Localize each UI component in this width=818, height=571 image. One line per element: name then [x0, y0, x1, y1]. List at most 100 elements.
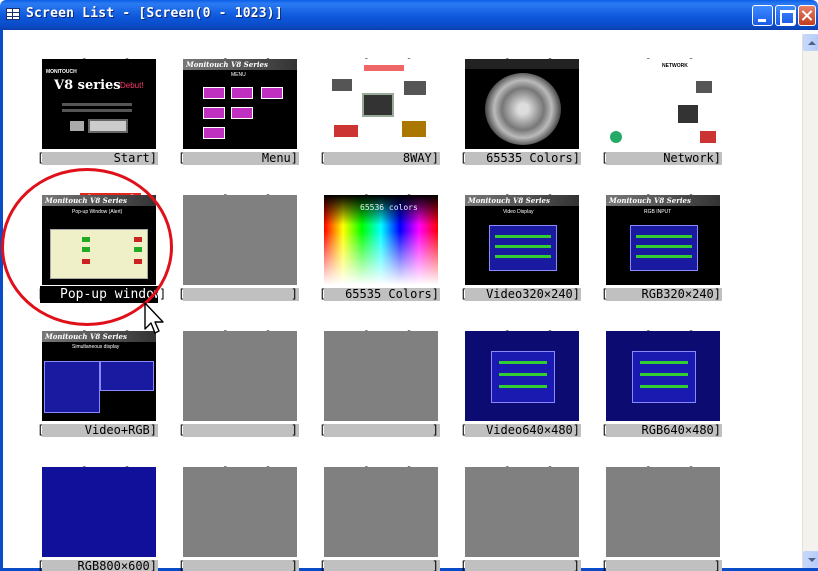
screen-name: ]	[572, 559, 580, 571]
screen-cell[interactable]: [ 15] [ RGB800×600]	[37, 448, 177, 571]
thumbnail-empty	[465, 467, 579, 557]
thumbnail-menu: Monitouch V8 Series MENU	[183, 59, 297, 149]
thumbnail-rgb320: Monitouch V8 Series RGB INPUT	[606, 195, 720, 285]
vertical-scrollbar[interactable]	[802, 34, 818, 568]
thumbnail-empty	[183, 331, 297, 421]
screen-number: [ 19]	[601, 448, 695, 479]
screen-name: 65535 Colors]	[486, 151, 580, 165]
screen-label[interactable]: [ Pop-up window ]	[37, 286, 177, 303]
label-bar	[606, 560, 722, 571]
screen-name: ]	[290, 423, 298, 437]
screen-cell[interactable]: [ 11] [ ]	[178, 312, 318, 462]
screen-cell[interactable]: [ 16] [ ]	[178, 448, 318, 571]
screen-cell[interactable]: [ 3] [ 65535 Colors]	[460, 40, 600, 190]
window-frame-left	[0, 30, 3, 571]
screen-name: Menu]	[261, 151, 298, 165]
screen-label[interactable]: [ Video+RGB]	[37, 422, 177, 439]
screen-name: Pop-up window	[60, 287, 162, 302]
label-close-bracket: ]	[159, 287, 167, 301]
screen-cell[interactable]: [ 8] Monitouch V8 Series Video Display […	[460, 176, 600, 326]
screen-label[interactable]: [ ]	[460, 558, 600, 571]
thumbnail-empty	[324, 331, 438, 421]
screen-name: Video+RGB]	[84, 423, 157, 437]
thumbnail-start: MONITOUCH V8 series Debut!	[42, 59, 156, 149]
screen-cell[interactable]: [ 9] Monitouch V8 Series RGB INPUT [ RGB…	[601, 176, 741, 326]
screen-number: [ 11]	[178, 312, 272, 343]
screen-cell[interactable]: [ 2] [ 8WAY]	[319, 40, 459, 190]
thumbnail-video-rgb: Monitouch V8 Series Simultaneous display	[42, 331, 156, 421]
scroll-down-icon[interactable]	[803, 551, 818, 568]
thumbnail-8way	[324, 59, 438, 149]
screen-cell[interactable]: [ 19] [ ]	[601, 448, 741, 571]
scroll-up-icon[interactable]	[803, 34, 818, 51]
screen-label[interactable]: [ RGB800×600]	[37, 558, 177, 571]
screen-cell[interactable]: [ 17] [ ]	[319, 448, 459, 571]
screen-number: [ 16]	[178, 448, 272, 479]
screen-number: [ 2]	[319, 40, 413, 71]
screen-cell[interactable]: [ 13] [ Video640×480]	[460, 312, 600, 462]
screen-number: [ 8]	[460, 176, 554, 207]
screen-cell[interactable]: [ 1] Monitouch V8 Series MENU [ Menu]	[178, 40, 318, 190]
screen-name: 8WAY]	[402, 151, 439, 165]
screen-label[interactable]: [ 65535 Colors]	[319, 286, 459, 303]
thumbnail-popup: Monitouch V8 Series Pop-up Window (Alert…	[42, 195, 156, 285]
label-bar	[465, 560, 581, 571]
screen-label[interactable]: [ ]	[319, 422, 459, 439]
screen-label[interactable]: [ RGB320×240]	[601, 286, 741, 303]
screen-name: ]	[290, 559, 298, 571]
thumbnail-empty	[606, 467, 720, 557]
screen-number: [ 7]	[319, 176, 413, 207]
thumbnail-network: NETWORK	[606, 59, 720, 149]
window-title: Screen List - [Screen(0 - 1023)]	[26, 6, 283, 21]
screen-cell[interactable]: [ 0] MONITOUCH V8 series Debut! [ Start]	[37, 40, 177, 190]
screen-number: [ 14]	[601, 312, 695, 343]
thumbnail-empty	[183, 195, 297, 285]
screen-label[interactable]: [ 65535 Colors]	[460, 150, 600, 167]
screen-label[interactable]: [ RGB640×480]	[601, 422, 741, 439]
thumbnail-empty	[183, 467, 297, 557]
close-button[interactable]	[798, 5, 816, 26]
screen-list-icon	[6, 8, 20, 20]
screen-number: [ 10]	[37, 312, 131, 343]
screen-label[interactable]: [ ]	[319, 558, 459, 571]
screen-name: ]	[713, 559, 721, 571]
label-bar	[183, 424, 299, 437]
screen-label[interactable]: [ Start]	[37, 150, 177, 167]
minimize-button[interactable]	[752, 5, 773, 26]
screen-label[interactable]: [ ]	[601, 558, 741, 571]
screen-number: [ 6]	[178, 176, 272, 207]
screen-number: [ 1]	[178, 40, 272, 71]
screen-cell[interactable]: [ 12] [ ]	[319, 312, 459, 462]
screen-name: ]	[431, 559, 439, 571]
thumbnail-video320: Monitouch V8 Series Video Display	[465, 195, 579, 285]
screen-number: [ 12]	[319, 312, 413, 343]
label-bar	[324, 560, 440, 571]
thumbnail-65535-colors	[465, 59, 579, 149]
title-bar[interactable]: Screen List - [Screen(0 - 1023)]	[0, 0, 818, 30]
screen-name: RGB640×480]	[641, 423, 721, 437]
screen-number: [ 17]	[319, 448, 413, 479]
screen-number: [ 5]	[37, 176, 141, 207]
thumbnail-empty	[324, 467, 438, 557]
screen-number: [ 9]	[601, 176, 695, 207]
screen-label[interactable]: [ ]	[178, 286, 318, 303]
screen-cell[interactable]: [ 18] [ ]	[460, 448, 600, 571]
screen-label[interactable]: [ ]	[178, 422, 318, 439]
screen-name: RGB800×600]	[77, 559, 157, 571]
screen-label[interactable]: [ Network]	[601, 150, 741, 167]
screen-label[interactable]: [ Video320×240]	[460, 286, 600, 303]
screen-cell[interactable]: [ 7] 65536 colors [ 65535 Colors]	[319, 176, 459, 326]
label-bar	[183, 560, 299, 571]
screen-label[interactable]: [ ]	[178, 558, 318, 571]
screen-label[interactable]: [ 8WAY]	[319, 150, 459, 167]
screen-name: RGB320×240]	[641, 287, 721, 301]
screen-number: [ 15]	[37, 448, 131, 479]
screen-cell[interactable]: [ 6] [ ]	[178, 176, 318, 326]
screen-cell[interactable]: [ 4] NETWORK [ Network]	[601, 40, 741, 190]
screen-cell[interactable]: [ 14] [ RGB640×480]	[601, 312, 741, 462]
maximize-button[interactable]	[775, 5, 796, 26]
thumbnail-rgb640	[606, 331, 720, 421]
screen-label[interactable]: [ Menu]	[178, 150, 318, 167]
thumbnail-rgb800	[42, 467, 156, 557]
screen-label[interactable]: [ Video640×480]	[460, 422, 600, 439]
